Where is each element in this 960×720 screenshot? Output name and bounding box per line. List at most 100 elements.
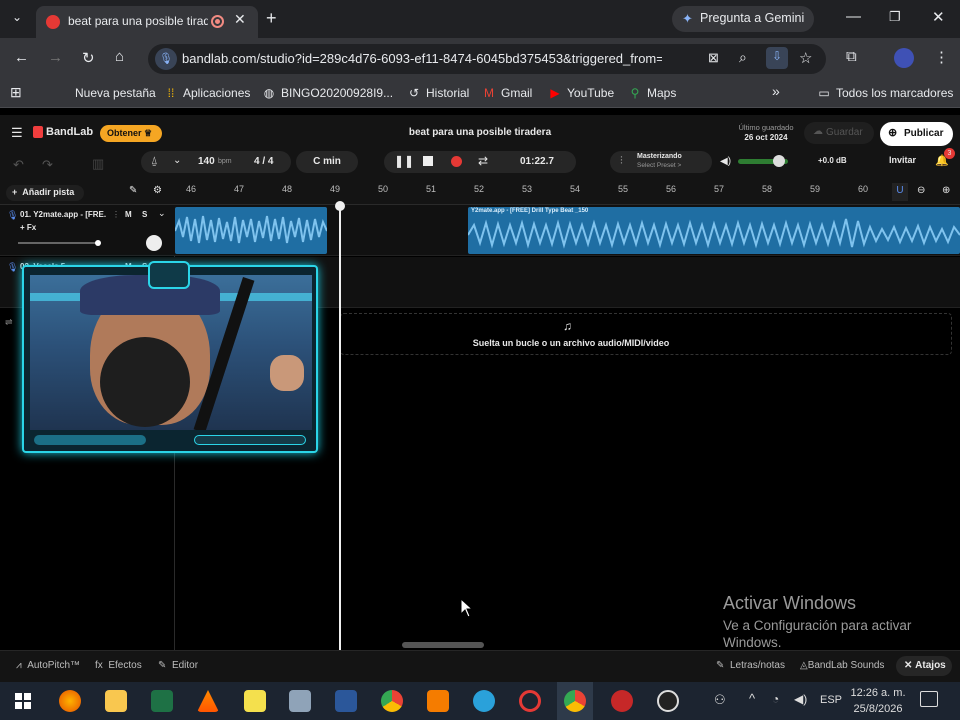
more-bookmarks-chevron-icon[interactable]: »: [772, 83, 780, 99]
install-app-icon[interactable]: ⇩: [766, 47, 788, 69]
site-info-icon[interactable]: 🎙: [155, 48, 177, 70]
home-icon[interactable]: ⌂: [115, 48, 124, 65]
metronome-chevron-icon[interactable]: ⌄: [173, 155, 181, 166]
bookmark-star-icon[interactable]: ☆: [799, 49, 812, 67]
fl-studio-icon[interactable]: [427, 690, 449, 712]
firefox-icon[interactable]: [59, 690, 81, 712]
track-name[interactable]: 01. Y2mate.app - [FRE...: [20, 210, 106, 219]
bookmark-history[interactable]: ↺ Historial: [407, 86, 469, 100]
timeline-ruler[interactable]: + Añadir pista ✎ ⚙ 46 47 48 49 50 51 52 …: [0, 181, 960, 205]
editor-button[interactable]: ✎ Editor: [158, 660, 198, 671]
track-sliders-icon[interactable]: ⇌: [5, 317, 13, 328]
audio-clip-1[interactable]: [175, 207, 327, 254]
volume-icon[interactable]: ◀): [794, 692, 807, 706]
solo-button[interactable]: S: [142, 210, 147, 219]
stop-icon[interactable]: [423, 156, 433, 166]
metronome-icon[interactable]: ⍙: [151, 155, 158, 168]
time-signature[interactable]: 4 / 4: [254, 156, 273, 167]
snap-magnet-icon[interactable]: U: [892, 183, 908, 201]
drop-zone[interactable]: ♫ Suelta un bucle o un archivo audio/MID…: [340, 313, 952, 355]
profile-avatar[interactable]: [894, 48, 914, 68]
vlc-icon[interactable]: [197, 690, 219, 712]
playhead-handle[interactable]: [335, 201, 345, 211]
track-volume-slider[interactable]: [18, 242, 98, 244]
publish-button[interactable]: ⊕ Publicar: [880, 122, 953, 146]
effects-button[interactable]: fx Efectos: [95, 660, 142, 671]
add-track-button[interactable]: + Añadir pista: [6, 185, 84, 201]
record-icon[interactable]: [451, 156, 462, 167]
pause-icon[interactable]: ❚❚: [394, 154, 414, 168]
track-expand-chevron-icon[interactable]: ⌄: [158, 208, 166, 219]
master-volume-slider[interactable]: [738, 155, 788, 167]
pencil-tool-icon[interactable]: ✎: [129, 185, 137, 196]
bookmark-maps[interactable]: ⚲ Maps: [628, 86, 677, 100]
loop-icon[interactable]: ⇄: [478, 154, 488, 168]
zoom-icon[interactable]: ⌕: [739, 49, 747, 66]
bookmark-youtube[interactable]: ▶ YouTube: [548, 86, 614, 100]
piano-keys-icon[interactable]: ▥: [92, 156, 104, 172]
bookmark-apps[interactable]: ⁞⁞ Aplicaciones: [164, 86, 251, 100]
track-fx-button[interactable]: + Fx: [20, 223, 36, 232]
pan-knob[interactable]: [146, 235, 162, 251]
track-options-icon[interactable]: ⋮: [112, 210, 120, 219]
minimize-window-icon[interactable]: —: [846, 8, 861, 25]
restore-window-icon[interactable]: ❐: [889, 9, 901, 25]
photos-icon[interactable]: [289, 690, 311, 712]
telegram-icon[interactable]: [473, 690, 495, 712]
tray-chevron-icon[interactable]: ^: [749, 691, 755, 706]
zoom-out-icon[interactable]: ⊖: [917, 185, 925, 196]
apps-grid-icon[interactable]: ⊞: [10, 84, 22, 101]
windows-start-icon[interactable]: [12, 690, 34, 712]
mixer-settings-icon[interactable]: ⚙: [153, 185, 162, 196]
chrome-active-icon[interactable]: [564, 690, 586, 712]
notifications-icon[interactable]: [920, 691, 938, 707]
language-indicator[interactable]: ESP: [820, 694, 842, 706]
reload-icon[interactable]: ↻: [82, 49, 95, 67]
extensions-puzzle-icon[interactable]: ⧉: [846, 48, 857, 65]
all-bookmarks-folder[interactable]: ▭ Todos los marcadores: [817, 86, 953, 100]
zoom-in-icon[interactable]: ⊕: [942, 185, 950, 196]
chrome-icon[interactable]: [381, 690, 403, 712]
undo-icon[interactable]: ↶: [13, 157, 24, 173]
obs-icon[interactable]: [657, 690, 679, 712]
volume-knob[interactable]: [773, 155, 785, 167]
key-selector[interactable]: C min: [296, 151, 358, 173]
track-volume-handle[interactable]: [95, 240, 101, 246]
bpm-value[interactable]: 140: [198, 156, 215, 167]
playhead[interactable]: [339, 205, 341, 650]
excel-icon[interactable]: [151, 690, 173, 712]
player-icon[interactable]: [244, 690, 266, 712]
redo-icon[interactable]: ↷: [42, 157, 53, 173]
wifi-icon[interactable]: ◔: [772, 692, 779, 706]
close-window-icon[interactable]: ✕: [932, 8, 945, 26]
bookmark-new-tab[interactable]: Nueva pestaña: [75, 86, 156, 100]
no-tracking-icon[interactable]: ⊠: [708, 50, 719, 66]
invite-button[interactable]: Invitar: [889, 155, 916, 165]
chrome-menu-icon[interactable]: ⋮: [934, 48, 949, 66]
new-tab-plus-icon[interactable]: +: [266, 8, 277, 29]
word-icon[interactable]: [335, 690, 357, 712]
people-icon[interactable]: ⚇: [714, 692, 726, 708]
mastering-selector[interactable]: ⫶ Masterizando Select Preset >: [610, 151, 712, 173]
gemini-button[interactable]: ✦ Pregunta a Gemini: [672, 6, 814, 32]
save-button[interactable]: ☁ Guardar: [804, 122, 874, 144]
file-explorer-icon[interactable]: [105, 690, 127, 712]
back-arrow-icon[interactable]: ←: [14, 49, 29, 66]
address-bar[interactable]: 🎙 bandlab.com/studio?id=289c4d76-6093-ef…: [148, 44, 826, 74]
bandlab-sounds-button[interactable]: ◬BandLab Sounds: [800, 660, 884, 671]
clock-date[interactable]: 25/8/2026: [848, 703, 908, 715]
opera-icon[interactable]: [519, 690, 541, 712]
bookmark-bingo[interactable]: ◍ BINGO20200928I9...: [262, 86, 393, 100]
horizontal-scrollbar[interactable]: [402, 642, 484, 648]
browser-tab-active[interactable]: beat para una posible tiradera ✕: [36, 6, 258, 38]
forward-arrow-icon[interactable]: →: [48, 49, 63, 66]
speaker-icon[interactable]: ◀): [720, 156, 731, 167]
hamburger-menu-icon[interactable]: ☰: [11, 125, 23, 141]
project-title[interactable]: beat para una posible tiradera: [380, 127, 580, 138]
lyrics-button[interactable]: ✎ Letras/notas: [716, 660, 785, 671]
recorder-icon[interactable]: [611, 690, 633, 712]
bookmark-gmail[interactable]: M Gmail: [482, 86, 532, 100]
close-tab-icon[interactable]: ✕: [234, 11, 246, 28]
mute-button[interactable]: M: [125, 210, 132, 219]
autopitch-button[interactable]: ⩘ AutoPitch™: [16, 660, 80, 671]
